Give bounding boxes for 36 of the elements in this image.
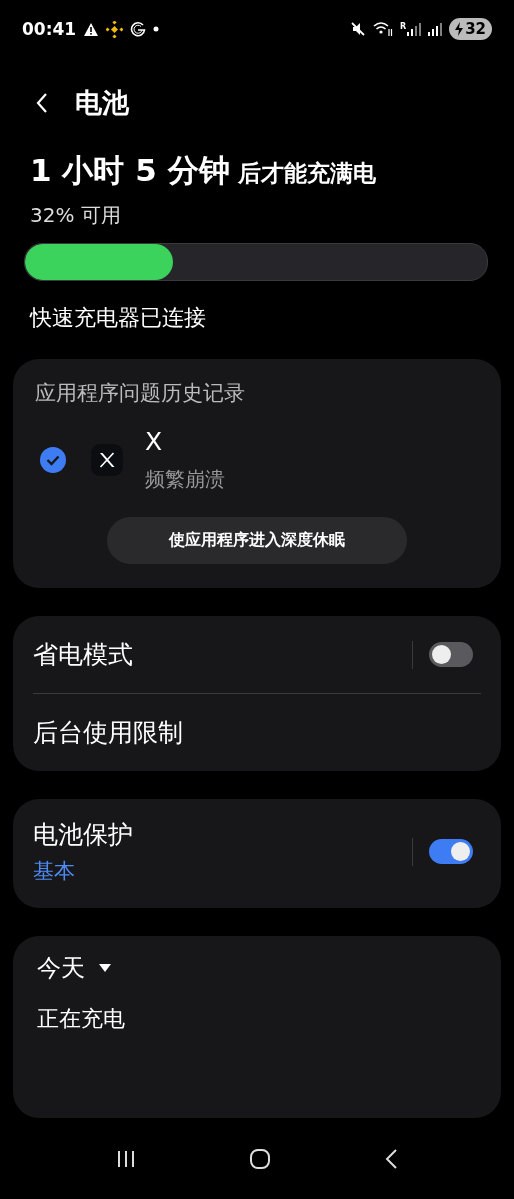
toggle-switch[interactable]: [429, 642, 473, 667]
charge-caption: 后才能充满电: [237, 159, 376, 188]
setting-value: 基本: [33, 858, 76, 885]
back-button[interactable]: [35, 92, 49, 114]
setting-label[interactable]: 后台使用限制: [33, 716, 183, 749]
roaming-label: R: [399, 22, 407, 31]
signal-icon: [407, 22, 422, 36]
ring-icon: [130, 21, 147, 37]
warning-icon: [83, 21, 100, 37]
mute-icon: [349, 21, 366, 37]
setting-label[interactable]: 省电模式: [33, 638, 133, 671]
dropdown-caret-icon: [99, 964, 111, 972]
usage-status: 正在充电: [37, 1005, 126, 1033]
battery-level: 32: [465, 20, 486, 38]
dot-icon: [153, 26, 160, 32]
back-icon: [383, 1147, 398, 1170]
page-title: 电池: [75, 86, 129, 120]
recents-icon: [116, 1149, 137, 1168]
card-title: 应用程序问题历史记录: [35, 380, 246, 407]
home-icon: [249, 1147, 271, 1170]
deep-sleep-button[interactable]: 使应用程序进入深度休眠: [107, 517, 407, 564]
signal-icon: [428, 22, 443, 36]
wifi-icon: [372, 21, 393, 37]
issue-text: 频繁崩溃: [145, 466, 225, 493]
toggle-switch[interactable]: [429, 839, 473, 864]
back-icon: [35, 92, 49, 114]
setting-label[interactable]: 电池保护: [33, 818, 133, 851]
app-name: X: [145, 427, 164, 456]
diamond-icon: [106, 20, 124, 38]
app-icon: [91, 444, 123, 476]
charger-status: 快速充电器已连接: [30, 304, 207, 332]
time-remaining: 1 小时 5 分钟: [30, 151, 230, 190]
clock: 00:41: [22, 19, 77, 39]
available-text: 32% 可用: [30, 202, 122, 229]
checkbox[interactable]: [39, 446, 67, 474]
period-dropdown[interactable]: 今天: [37, 952, 111, 984]
